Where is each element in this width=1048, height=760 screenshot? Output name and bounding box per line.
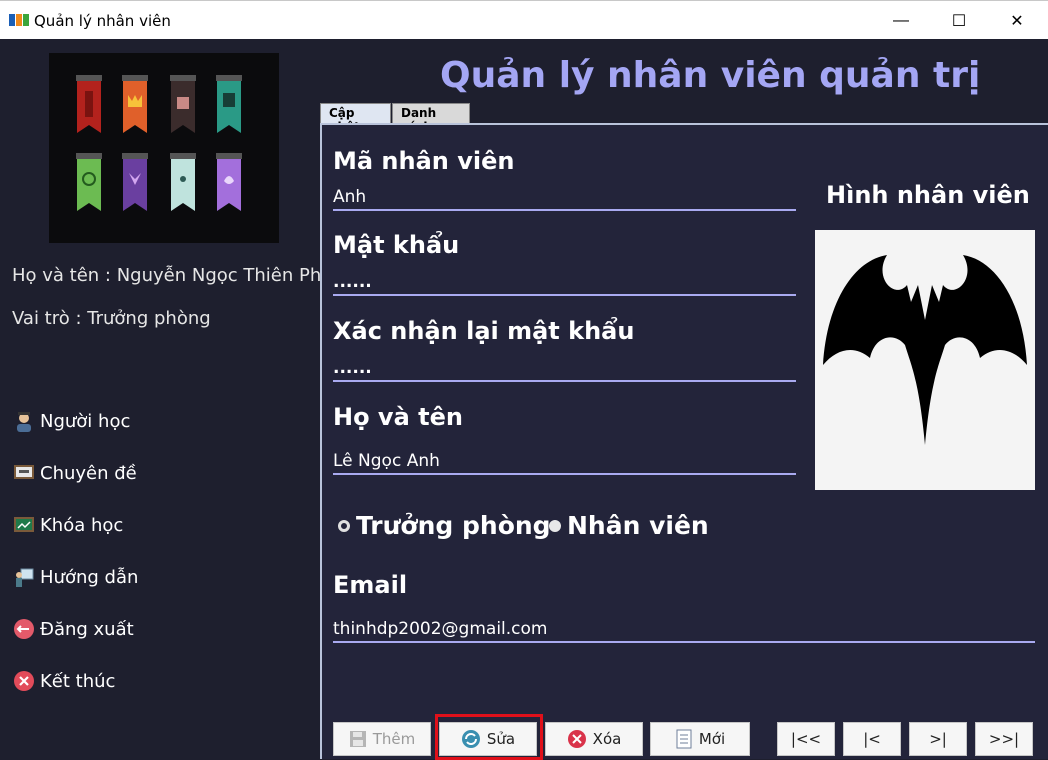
user-role: Vai trò : Trưởng phòng — [12, 308, 211, 329]
radio-label: Trưởng phòng — [356, 511, 551, 540]
first-record-button[interactable]: |<< — [777, 722, 835, 756]
menu-item-label: Chuyên đề — [40, 462, 137, 484]
banner-icon — [76, 75, 102, 133]
new-button-label: Mới — [698, 730, 726, 748]
menu-item-dang-xuat[interactable]: Đăng xuất — [12, 615, 134, 643]
user-avatar — [49, 53, 279, 243]
last-record-button[interactable]: >>| — [975, 722, 1033, 756]
menu-item-label: Kết thúc — [40, 670, 116, 692]
bat-icon — [823, 255, 1027, 445]
tab-cap-nhat[interactable]: Cập nhật — [320, 103, 391, 134]
board-icon — [12, 461, 36, 485]
radio-truong-phong[interactable]: Trưởng phòng — [338, 511, 551, 540]
prev-record-button[interactable]: |< — [843, 722, 901, 756]
save-icon — [349, 730, 367, 748]
employee-id-input[interactable]: Anh — [333, 185, 796, 211]
password-input[interactable]: ...... — [333, 270, 796, 296]
delete-button-label: Xóa — [592, 730, 622, 748]
form-panel: Mã nhân viên Anh Mật khẩu ...... Xác nhậ… — [320, 123, 1048, 760]
radio-checked-icon — [549, 519, 561, 532]
chart-board-icon — [12, 513, 36, 537]
delete-icon — [567, 729, 587, 749]
full-name-label: Họ và tên — [333, 403, 463, 431]
menu-item-label: Hướng dẫn — [40, 566, 139, 588]
maximize-button[interactable]: ☐ — [936, 1, 982, 40]
guide-icon — [12, 565, 36, 589]
next-record-button[interactable]: >| — [909, 722, 967, 756]
tab-danh-sach[interactable]: Danh sách — [392, 103, 470, 134]
photo-label: Hình nhân viên — [826, 181, 1030, 209]
fpt-logo-icon — [9, 12, 29, 28]
add-button[interactable]: Thêm — [333, 722, 431, 756]
add-button-label: Thêm — [372, 730, 416, 748]
delete-button[interactable]: Xóa — [545, 722, 643, 756]
menu-item-khoa-hoc[interactable]: Khóa học — [12, 511, 123, 539]
page-header: Quản lý nhân viên quản trị — [320, 39, 1048, 105]
menu-item-label: Khóa học — [40, 514, 124, 536]
password-label: Mật khẩu — [333, 231, 460, 259]
minimize-button[interactable]: — — [878, 1, 924, 40]
radio-label: Nhân viên — [567, 511, 709, 540]
full-name-input[interactable]: Lê Ngọc Anh — [333, 449, 796, 475]
menu-item-label: Đăng xuất — [40, 618, 134, 640]
exit-icon — [12, 669, 36, 693]
confirm-password-input[interactable]: ...... — [333, 356, 796, 382]
logout-icon — [12, 617, 36, 641]
student-icon — [12, 409, 36, 433]
close-button[interactable]: ✕ — [994, 1, 1040, 40]
menu-item-nguoi-hoc[interactable]: Người học — [12, 407, 130, 435]
title-bar: Quản lý nhân viên — ☐ ✕ — [0, 0, 1048, 39]
radio-unchecked-icon — [338, 519, 350, 532]
menu-item-label: Người học — [40, 410, 131, 432]
radio-nhan-vien[interactable]: Nhân viên — [549, 511, 709, 540]
menu-item-ket-thuc[interactable]: Kết thúc — [12, 667, 115, 695]
email-input[interactable]: thinhdp2002@gmail.com — [333, 617, 1035, 643]
window-title: Quản lý nhân viên — [34, 12, 171, 30]
menu-item-chuyen-de[interactable]: Chuyên đề — [12, 459, 137, 487]
confirm-password-label: Xác nhận lại mật khẩu — [333, 317, 635, 345]
email-label: Email — [333, 571, 408, 599]
edit-button-highlight — [435, 714, 543, 760]
user-name: Họ và tên : Nguyễn Ngọc Thiên Phú — [12, 265, 333, 286]
employee-id-label: Mã nhân viên — [333, 147, 515, 175]
menu-item-huong-dan[interactable]: Hướng dẫn — [12, 563, 138, 591]
employee-photo[interactable] — [815, 230, 1035, 490]
document-icon — [675, 729, 693, 749]
new-button[interactable]: Mới — [650, 722, 750, 756]
sidebar: Họ và tên : Nguyễn Ngọc Thiên Phú Vai tr… — [0, 39, 333, 759]
page-title: Quản lý nhân viên quản trị — [440, 55, 981, 96]
